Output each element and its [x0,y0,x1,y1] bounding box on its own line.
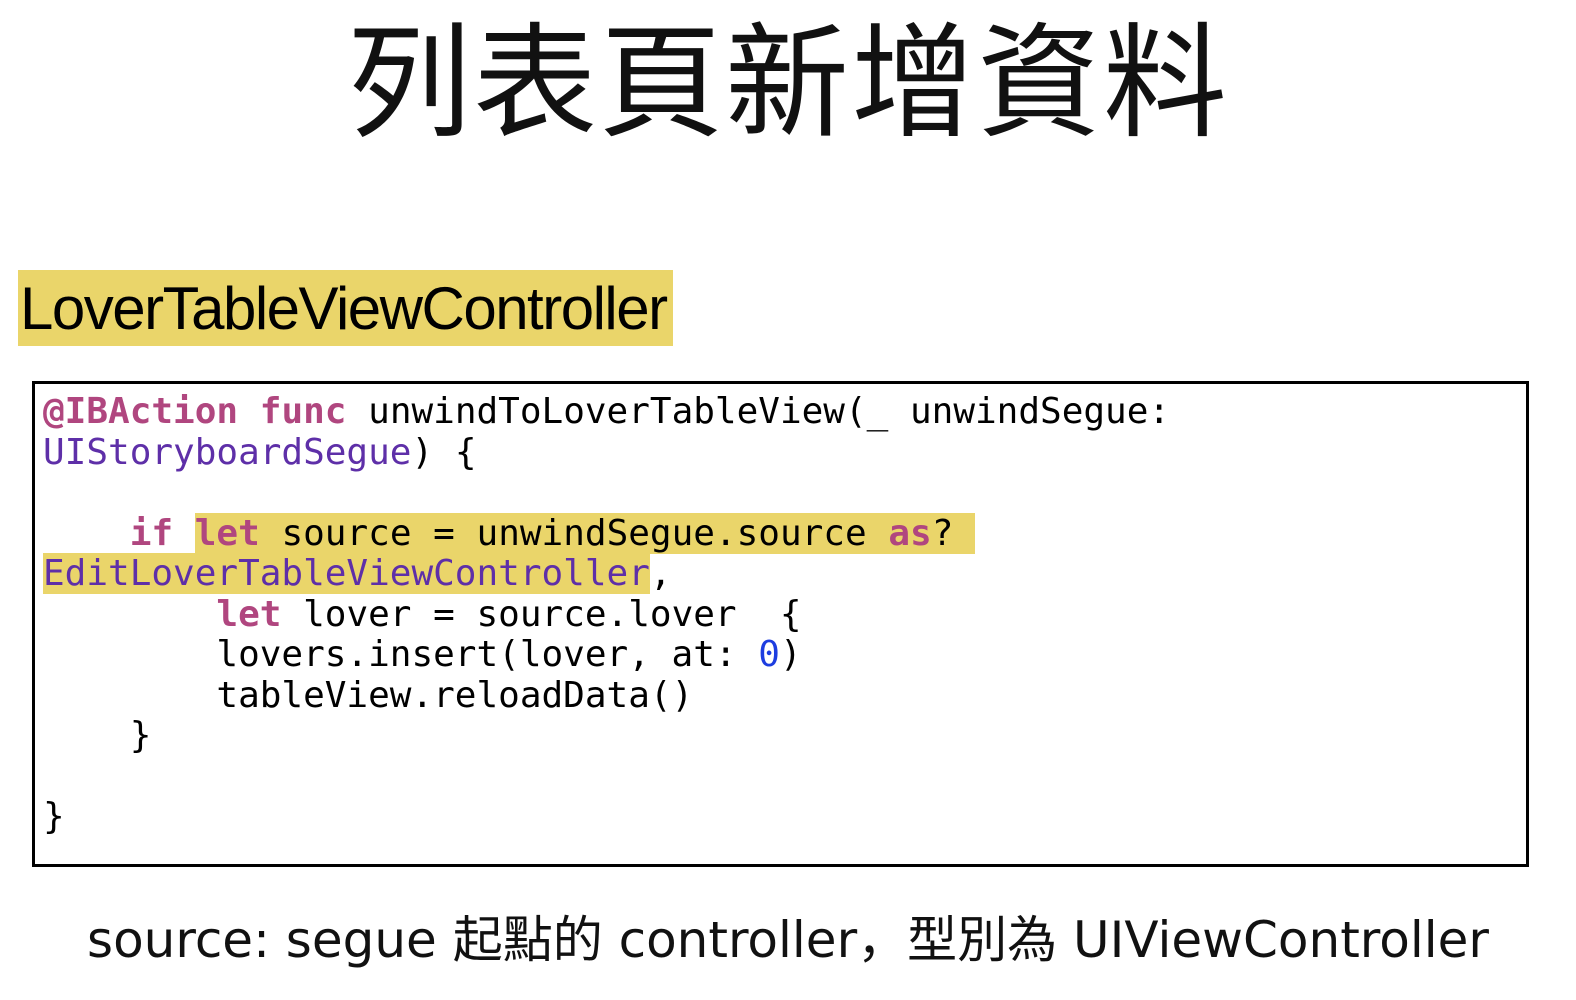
class-name-label: LoverTableViewController [18,270,673,346]
code-optional-mark: ? [931,512,976,554]
code-highlight-cast: let source = unwindSegue.source as? [194,512,976,554]
caption-text: source: segue 起點的 controller，型別為 UIViewC… [87,911,1489,969]
code-text: @IBAction func unwindToLoverTableView(_ … [43,391,1171,838]
code-function-signature: unwindToLoverTableView(_ unwindSegue: [346,391,1171,432]
page-title: 列表頁新增資料 [346,12,1229,156]
code-insert-call: lovers.insert(lover, at: [43,634,759,675]
code-type-storyboard-segue: UIStoryboardSegue [43,431,412,473]
code-keyword-ibaction: @IBAction [43,391,239,432]
code-keyword-let: let [216,593,282,635]
code-lover-expression: lover = source.lover { [281,593,802,635]
code-number-zero: 0 [758,634,780,675]
code-close-outer: } [43,796,65,837]
code-close-inner: } [43,715,152,756]
code-source-expression: source = unwindSegue.source [259,512,889,554]
code-block: @IBAction func unwindToLoverTableView(_ … [32,381,1529,867]
code-comma: , [649,553,672,594]
code-keyword-func: func [259,391,347,432]
code-keyword-let: let [194,512,260,554]
code-signature-end: ) { [411,431,477,473]
code-keyword-as: as [888,512,932,554]
code-insert-close: ) [779,634,802,675]
code-reload-call: tableView.reloadData() [43,674,694,716]
code-keyword-if: if [129,512,174,554]
code-type-edit-controller: EditLoverTableViewController [43,553,650,594]
